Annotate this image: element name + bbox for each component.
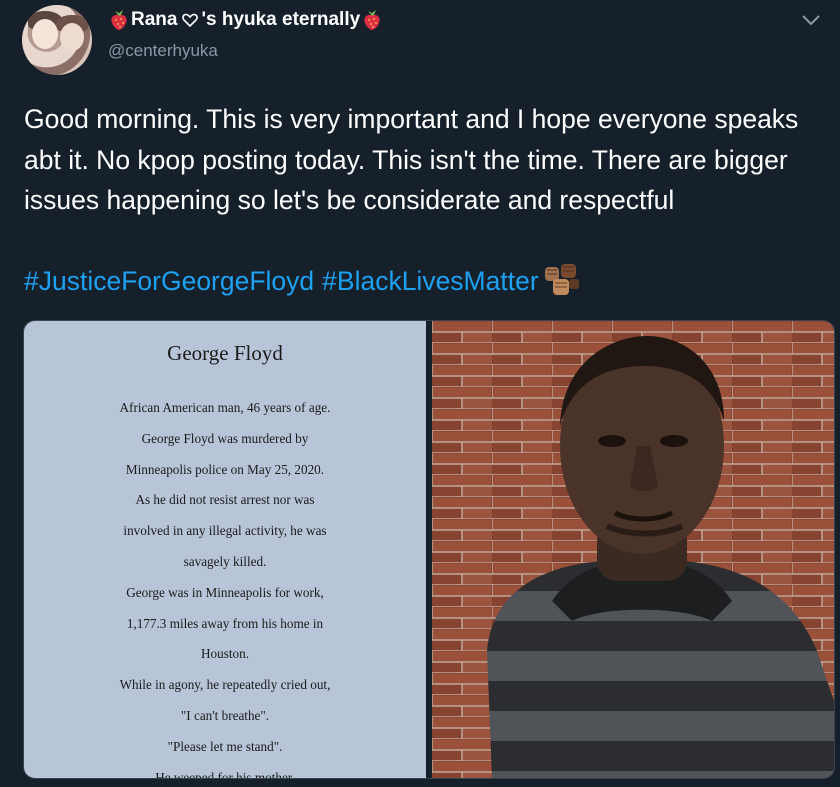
heart-outline-icon xyxy=(182,13,199,27)
card-line: savagely killed. xyxy=(183,553,267,569)
display-name[interactable]: Rana 's hyuka eternally xyxy=(109,9,382,31)
user-handle[interactable]: @centerhyuka xyxy=(108,41,218,61)
raised-fists-icon xyxy=(544,264,579,296)
hashtags: #JusticeForGeorgeFloyd #BlackLivesMatter xyxy=(24,261,585,302)
strawberry-icon xyxy=(111,10,127,30)
card-line: African American man, 46 years of age. xyxy=(119,400,331,415)
portrait-photo xyxy=(432,321,834,778)
card-line: involved in any illegal activity, he was xyxy=(123,523,327,539)
display-name-part: 's hyuka eternally xyxy=(201,9,361,30)
avatar[interactable] xyxy=(22,5,92,75)
display-name-part: Rana xyxy=(131,9,178,30)
card-line: George Floyd was murdered by xyxy=(141,430,309,446)
card-line: "Please let me stand". xyxy=(167,738,283,754)
strawberry-icon xyxy=(364,10,380,30)
card-line: As he did not resist arrest nor was xyxy=(135,492,315,508)
memorial-card: George Floyd African American man, 46 ye… xyxy=(24,321,426,778)
avatar-face xyxy=(32,19,58,49)
card-line: George was in Minneapolis for work, xyxy=(126,584,324,600)
hashtag-link[interactable]: #JusticeForGeorgeFloyd xyxy=(24,261,314,302)
hashtag-link[interactable]: #BlackLivesMatter xyxy=(322,261,539,302)
card-line: While in agony, he repeatedly cried out, xyxy=(119,677,331,693)
card-line: 1,177.3 miles away from his home in xyxy=(126,615,324,631)
card-line: "I can't breathe". xyxy=(180,707,270,723)
chevron-down-icon[interactable] xyxy=(800,12,822,28)
avatar-face xyxy=(60,23,84,51)
tweet-text: Good morning. This is very important and… xyxy=(24,104,799,215)
tweet: Rana 's hyuka eternally @centerhyuka Goo… xyxy=(0,0,840,787)
card-line: Houston. xyxy=(201,646,249,662)
card-text: African American man, 46 years of age. G… xyxy=(24,393,426,779)
card-title: George Floyd xyxy=(167,341,283,365)
card-line: Minneapolis police on May 25, 2020. xyxy=(125,461,325,477)
card-line: He weeped for his mother. xyxy=(155,769,295,779)
tweet-media[interactable]: George Floyd African American man, 46 ye… xyxy=(23,320,835,779)
